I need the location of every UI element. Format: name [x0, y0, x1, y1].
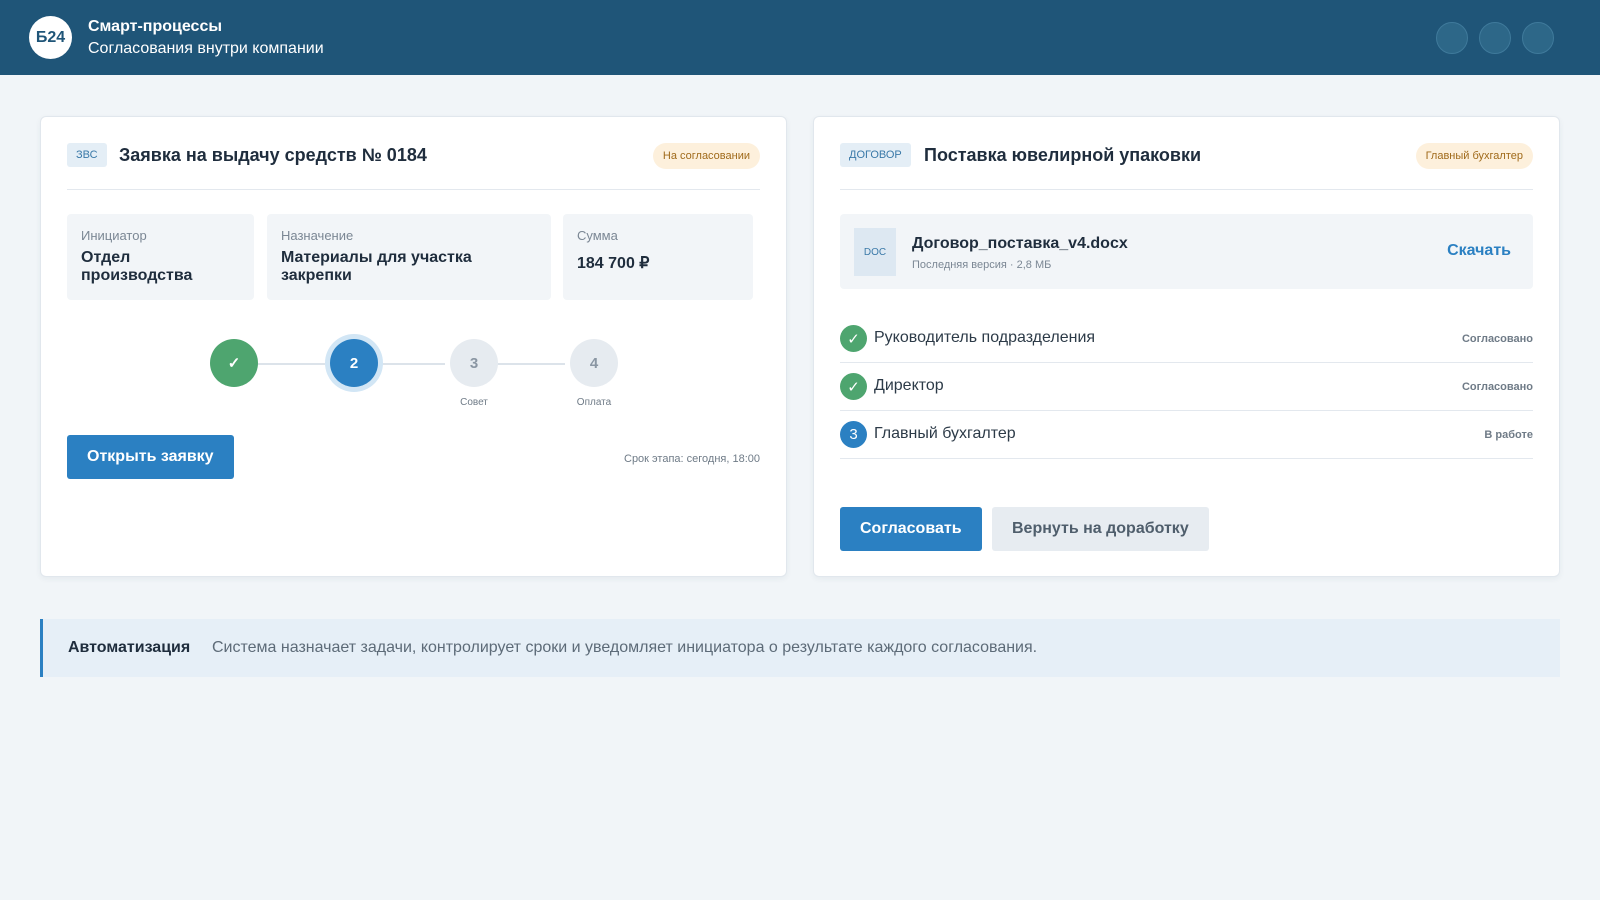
step-3-label: Совет	[460, 397, 488, 408]
header-action-button-1[interactable]	[1436, 22, 1468, 54]
automation-text: Система назначает задачи, контролирует с…	[212, 639, 1038, 656]
header-action-button-3[interactable]	[1522, 22, 1554, 54]
file-meta: Последняя версия · 2,8 МБ	[912, 259, 1052, 271]
header-action-button-2[interactable]	[1479, 22, 1511, 54]
card-divider	[840, 189, 1533, 190]
approver-name: Директор	[874, 377, 944, 394]
step-connector	[255, 363, 325, 365]
approve-button[interactable]: Согласовать	[840, 507, 982, 551]
step-4[interactable]: 4	[570, 339, 618, 387]
step-connector	[495, 363, 565, 365]
open-request-button[interactable]: Открыть заявку	[67, 435, 234, 479]
info-initiator: Инициатор Отдел производства	[67, 214, 254, 300]
step-3[interactable]: 3	[450, 339, 498, 387]
request-card: ЗВС Заявка на выдачу средств № 0184 На с…	[40, 116, 787, 577]
step-connector	[375, 363, 445, 365]
info-value: 184 700 ₽	[577, 255, 650, 272]
info-value: Материалы для участка закрепки	[281, 249, 472, 284]
approver-row: 3 Главный бухгалтер В работе	[840, 411, 1533, 459]
card-divider	[67, 189, 760, 190]
info-value: Отдел производства	[81, 249, 193, 284]
info-label: Назначение	[281, 228, 354, 243]
info-amount: Сумма 184 700 ₽	[563, 214, 753, 300]
request-tag: ЗВС	[67, 143, 107, 167]
request-title: Заявка на выдачу средств № 0184	[119, 145, 427, 165]
app-logo[interactable]: Б24	[29, 16, 72, 59]
approver-row: ✓ Директор Согласовано	[840, 363, 1533, 411]
file-attachment: DOC Договор_поставка_v4.docx Последняя в…	[840, 214, 1533, 289]
check-icon: ✓	[840, 325, 867, 352]
download-link[interactable]: Скачать	[1447, 242, 1511, 260]
automation-note: Автоматизация Система назначает задачи, …	[40, 619, 1560, 677]
contract-title: Поставка ювелирной упаковки	[924, 145, 1202, 165]
contract-card: ДОГОВОР Поставка ювелирной упаковки Глав…	[813, 116, 1560, 577]
doc-file-icon: DOC	[854, 228, 896, 276]
approver-name: Руководитель подразделения	[874, 329, 1096, 346]
step-number-icon: 3	[840, 421, 867, 448]
step-1-done-icon[interactable]: ✓	[210, 339, 258, 387]
info-label: Инициатор	[81, 228, 147, 243]
app-subtitle: Согласования внутри компании	[88, 40, 324, 57]
approver-name: Главный бухгалтер	[874, 425, 1016, 442]
return-for-revision-button[interactable]: Вернуть на доработку	[992, 507, 1209, 551]
automation-title: Автоматизация	[68, 639, 191, 656]
check-icon: ✓	[840, 373, 867, 400]
approver-status: Согласовано	[1461, 333, 1533, 345]
step-4-label: Оплата	[576, 397, 612, 408]
app-title: Смарт-процессы	[88, 18, 222, 35]
approver-status: В работе	[1484, 429, 1533, 441]
status-badge: На согласовании	[652, 143, 760, 169]
file-name[interactable]: Договор_поставка_v4.docx	[912, 235, 1128, 253]
stage-deadline: Срок этапа: сегодня, 18:00	[624, 453, 760, 465]
info-label: Сумма	[577, 228, 618, 243]
approver-row: ✓ Руководитель подразделения Согласовано	[840, 315, 1533, 363]
contract-tag: ДОГОВОР	[840, 143, 911, 167]
top-bar: Б24 Смарт-процессы Согласования внутри к…	[0, 0, 1600, 75]
info-purpose: Назначение Материалы для участка закрепк…	[267, 214, 551, 300]
role-badge: Главный бухгалтер	[1415, 143, 1533, 169]
step-2-current[interactable]: 2	[330, 339, 378, 387]
approver-status: Согласовано	[1461, 381, 1533, 393]
